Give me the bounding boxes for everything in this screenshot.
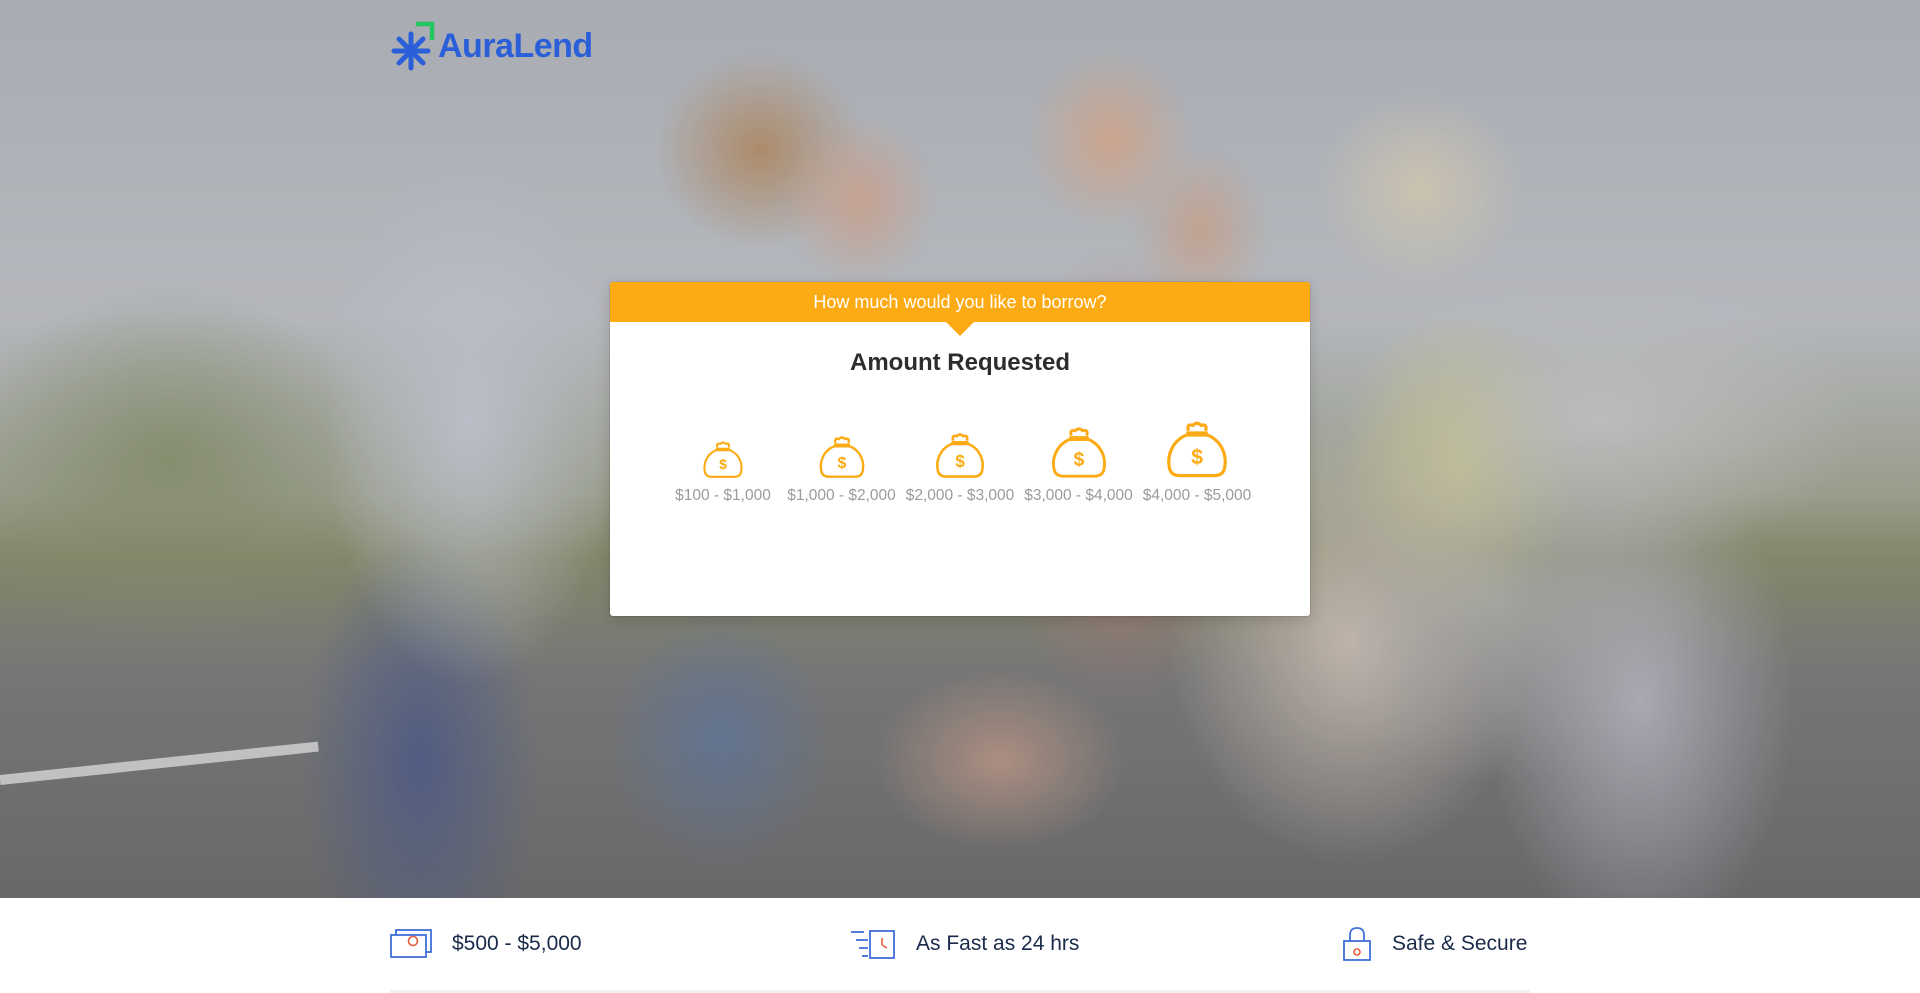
svg-text:$: $ (1073, 450, 1084, 471)
card-header-text: How much would you like to borrow? (813, 292, 1107, 312)
svg-text:$: $ (837, 455, 846, 472)
bag-wrap: $ (1165, 410, 1229, 480)
borrow-amount-card: How much would you like to borrow? Amoun… (610, 282, 1310, 616)
amount-option-3[interactable]: $ $2,000 - $3,000 (902, 410, 1018, 530)
money-bag-icon: $ (703, 441, 743, 478)
logo-star-icon (391, 21, 435, 71)
money-bill-icon (390, 929, 432, 958)
card-header: How much would you like to borrow? (610, 282, 1310, 336)
bag-wrap: $ (818, 410, 866, 480)
feature-security-text: Safe & Secure (1392, 932, 1528, 955)
feature-amount-range: $500 - $5,000 (390, 926, 582, 962)
feature-fast-funding: As Fast as 24 hrs (850, 926, 1079, 962)
feature-amount-text: $500 - $5,000 (452, 932, 582, 955)
amount-option-label: $1,000 - $2,000 (787, 487, 896, 504)
amount-option-label: $3,000 - $4,000 (1024, 487, 1133, 504)
card-title: Amount Requested (849, 349, 1070, 376)
bag-wrap: $ (702, 410, 744, 480)
brand-logo[interactable]: AuraLend (390, 18, 593, 74)
features-bar: $500 - $5,000 As Fast as 24 hrs Safe & S… (0, 898, 1920, 993)
money-bag-icon: $ (819, 436, 864, 478)
fast-clock-icon (851, 930, 895, 959)
amount-option-label: $4,000 - $5,000 (1142, 487, 1252, 504)
money-bag-icon: $ (1167, 421, 1227, 478)
feature-security: Safe & Secure (1342, 926, 1527, 962)
amount-option-label: $100 - $1,000 (675, 487, 771, 504)
svg-text:$: $ (1191, 445, 1203, 469)
amount-option-1[interactable]: $ $100 - $1,000 (665, 410, 781, 530)
bag-wrap: $ (934, 410, 986, 480)
logo-wordmark: AuraLend (438, 26, 593, 65)
money-bag-icon: $ (1051, 427, 1106, 478)
amount-option-4[interactable]: $ $3,000 - $4,000 (1021, 410, 1137, 530)
lock-icon (1343, 927, 1371, 961)
amount-options: $ $100 - $1,000 $ $1,000 - $2,000 $ $2,0… (665, 410, 1255, 530)
bag-wrap: $ (1050, 410, 1108, 480)
money-bag-icon: $ (936, 433, 984, 478)
svg-text:$: $ (955, 451, 965, 471)
amount-option-2[interactable]: $ $1,000 - $2,000 (784, 410, 900, 530)
header-pointer (946, 322, 974, 336)
feature-speed-text: As Fast as 24 hrs (916, 932, 1080, 955)
road-marking (0, 741, 319, 785)
svg-text:$: $ (719, 456, 727, 472)
amount-option-5[interactable]: $ $4,000 - $5,000 (1139, 410, 1255, 530)
amount-option-label: $2,000 - $3,000 (905, 487, 1015, 504)
